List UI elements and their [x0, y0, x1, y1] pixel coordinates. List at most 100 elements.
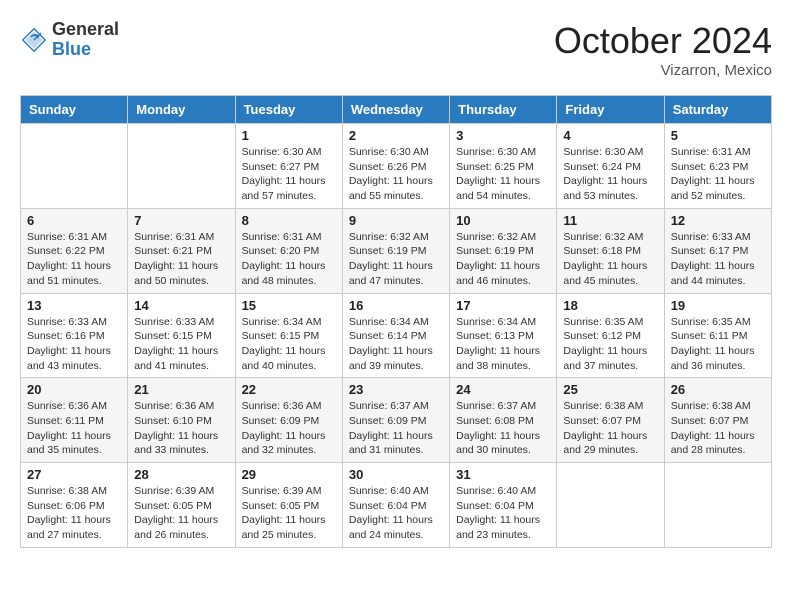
calendar-cell: 13Sunrise: 6:33 AMSunset: 6:16 PMDayligh…	[21, 293, 128, 378]
calendar-cell: 17Sunrise: 6:34 AMSunset: 6:13 PMDayligh…	[450, 293, 557, 378]
page-header: General Blue October 2024 Vizarron, Mexi…	[20, 20, 772, 79]
calendar-cell: 15 Sunrise: 6:34 AMSunset: 6:15 PMDayligh…	[235, 293, 342, 378]
day-number: 17	[456, 298, 550, 313]
day-info: Sunrise: 6:38 AMSunset: 6:07 PMDaylight:…	[563, 399, 657, 458]
calendar-cell: 26 Sunrise: 6:38 AMSunset: 6:07 PMDayligh…	[664, 378, 771, 463]
calendar-cell	[557, 463, 664, 548]
day-number: 4	[563, 128, 657, 143]
day-info: Sunrise: 6:32 AMSunset: 6:18 PMDaylight:…	[563, 230, 657, 289]
calendar-cell: 14Sunrise: 6:33 AMSunset: 6:15 PMDayligh…	[128, 293, 235, 378]
calendar-cell: 27Sunrise: 6:38 AMSunset: 6:06 PMDayligh…	[21, 463, 128, 548]
day-number: 22	[242, 382, 336, 397]
day-info: Sunrise: 6:39 AMSunset: 6:05 PMDaylight:…	[134, 484, 228, 543]
day-info: Sunrise: 6:35 AMSunset: 6:11 PMDaylight:…	[671, 315, 765, 374]
day-number: 6	[27, 213, 121, 228]
calendar-cell: 31Sunrise: 6:40 AMSunset: 6:04 PMDayligh…	[450, 463, 557, 548]
calendar-week-row: 27Sunrise: 6:38 AMSunset: 6:06 PMDayligh…	[21, 463, 772, 548]
calendar-cell: 12 Sunrise: 6:33 AMSunset: 6:17 PMDayligh…	[664, 208, 771, 293]
title-block: October 2024 Vizarron, Mexico	[554, 20, 772, 79]
calendar-cell: 10Sunrise: 6:32 AMSunset: 6:19 PMDayligh…	[450, 208, 557, 293]
logo: General Blue	[20, 20, 119, 60]
month-title: October 2024	[554, 20, 772, 62]
day-info: Sunrise: 6:38 AMSunset: 6:07 PMDaylight:…	[671, 399, 765, 458]
day-number: 21	[134, 382, 228, 397]
day-number: 19	[671, 298, 765, 313]
day-number: 28	[134, 467, 228, 482]
day-number: 8	[242, 213, 336, 228]
day-info: Sunrise: 6:34 AMSunset: 6:15 PMDaylight:…	[242, 315, 336, 374]
day-number: 11	[563, 213, 657, 228]
logo-text: General Blue	[52, 20, 119, 60]
calendar-cell	[128, 124, 235, 209]
day-info: Sunrise: 6:38 AMSunset: 6:06 PMDaylight:…	[27, 484, 121, 543]
day-number: 15	[242, 298, 336, 313]
day-info: Sunrise: 6:40 AMSunset: 6:04 PMDaylight:…	[349, 484, 443, 543]
column-header-tuesday: Tuesday	[235, 96, 342, 124]
day-info: Sunrise: 6:30 AMSunset: 6:25 PMDaylight:…	[456, 145, 550, 204]
logo-blue: Blue	[52, 40, 119, 60]
day-number: 12	[671, 213, 765, 228]
logo-icon	[20, 26, 48, 54]
day-number: 30	[349, 467, 443, 482]
calendar-cell: 6 Sunrise: 6:31 AMSunset: 6:22 PMDaylight…	[21, 208, 128, 293]
day-info: Sunrise: 6:30 AMSunset: 6:27 PMDaylight:…	[242, 145, 336, 204]
day-info: Sunrise: 6:32 AMSunset: 6:19 PMDaylight:…	[349, 230, 443, 289]
calendar-week-row: 6 Sunrise: 6:31 AMSunset: 6:22 PMDaylight…	[21, 208, 772, 293]
location-subtitle: Vizarron, Mexico	[554, 62, 772, 79]
day-number: 7	[134, 213, 228, 228]
day-number: 1	[242, 128, 336, 143]
calendar-week-row: 13Sunrise: 6:33 AMSunset: 6:16 PMDayligh…	[21, 293, 772, 378]
day-info: Sunrise: 6:31 AMSunset: 6:22 PMDaylight:…	[27, 230, 121, 289]
calendar-cell: 20Sunrise: 6:36 AMSunset: 6:11 PMDayligh…	[21, 378, 128, 463]
calendar-cell: 3 Sunrise: 6:30 AMSunset: 6:25 PMDaylight…	[450, 124, 557, 209]
calendar-cell: 9 Sunrise: 6:32 AMSunset: 6:19 PMDaylight…	[342, 208, 449, 293]
day-number: 20	[27, 382, 121, 397]
calendar-cell: 30 Sunrise: 6:40 AMSunset: 6:04 PMDayligh…	[342, 463, 449, 548]
calendar-week-row: 1 Sunrise: 6:30 AMSunset: 6:27 PMDaylight…	[21, 124, 772, 209]
day-info: Sunrise: 6:31 AMSunset: 6:21 PMDaylight:…	[134, 230, 228, 289]
calendar-cell: 28 Sunrise: 6:39 AMSunset: 6:05 PMDayligh…	[128, 463, 235, 548]
day-info: Sunrise: 6:37 AMSunset: 6:08 PMDaylight:…	[456, 399, 550, 458]
day-info: Sunrise: 6:32 AMSunset: 6:19 PMDaylight:…	[456, 230, 550, 289]
calendar-cell: 25 Sunrise: 6:38 AMSunset: 6:07 PMDayligh…	[557, 378, 664, 463]
column-header-saturday: Saturday	[664, 96, 771, 124]
day-number: 9	[349, 213, 443, 228]
day-info: Sunrise: 6:33 AMSunset: 6:17 PMDaylight:…	[671, 230, 765, 289]
day-number: 23	[349, 382, 443, 397]
calendar-cell: 5 Sunrise: 6:31 AMSunset: 6:23 PMDaylight…	[664, 124, 771, 209]
day-info: Sunrise: 6:30 AMSunset: 6:26 PMDaylight:…	[349, 145, 443, 204]
calendar-cell: 29Sunrise: 6:39 AMSunset: 6:05 PMDayligh…	[235, 463, 342, 548]
day-number: 5	[671, 128, 765, 143]
calendar-cell: 1 Sunrise: 6:30 AMSunset: 6:27 PMDaylight…	[235, 124, 342, 209]
calendar-cell: 4 Sunrise: 6:30 AMSunset: 6:24 PMDaylight…	[557, 124, 664, 209]
column-header-thursday: Thursday	[450, 96, 557, 124]
day-info: Sunrise: 6:31 AMSunset: 6:23 PMDaylight:…	[671, 145, 765, 204]
column-header-monday: Monday	[128, 96, 235, 124]
calendar-cell: 23 Sunrise: 6:37 AMSunset: 6:09 PMDayligh…	[342, 378, 449, 463]
day-number: 18	[563, 298, 657, 313]
day-info: Sunrise: 6:35 AMSunset: 6:12 PMDaylight:…	[563, 315, 657, 374]
day-number: 25	[563, 382, 657, 397]
calendar-table: SundayMondayTuesdayWednesdayThursdayFrid…	[20, 95, 772, 548]
day-info: Sunrise: 6:31 AMSunset: 6:20 PMDaylight:…	[242, 230, 336, 289]
calendar-cell	[664, 463, 771, 548]
calendar-week-row: 20Sunrise: 6:36 AMSunset: 6:11 PMDayligh…	[21, 378, 772, 463]
column-header-wednesday: Wednesday	[342, 96, 449, 124]
day-number: 2	[349, 128, 443, 143]
calendar-cell	[21, 124, 128, 209]
day-number: 14	[134, 298, 228, 313]
calendar-cell: 8 Sunrise: 6:31 AMSunset: 6:20 PMDaylight…	[235, 208, 342, 293]
calendar-cell: 2 Sunrise: 6:30 AMSunset: 6:26 PMDaylight…	[342, 124, 449, 209]
day-number: 26	[671, 382, 765, 397]
day-info: Sunrise: 6:30 AMSunset: 6:24 PMDaylight:…	[563, 145, 657, 204]
calendar-cell: 16Sunrise: 6:34 AMSunset: 6:14 PMDayligh…	[342, 293, 449, 378]
calendar-cell: 18 Sunrise: 6:35 AMSunset: 6:12 PMDayligh…	[557, 293, 664, 378]
day-number: 16	[349, 298, 443, 313]
calendar-cell: 11 Sunrise: 6:32 AMSunset: 6:18 PMDayligh…	[557, 208, 664, 293]
column-header-friday: Friday	[557, 96, 664, 124]
day-info: Sunrise: 6:36 AMSunset: 6:09 PMDaylight:…	[242, 399, 336, 458]
calendar-cell: 24 Sunrise: 6:37 AMSunset: 6:08 PMDayligh…	[450, 378, 557, 463]
day-number: 24	[456, 382, 550, 397]
day-info: Sunrise: 6:37 AMSunset: 6:09 PMDaylight:…	[349, 399, 443, 458]
day-number: 3	[456, 128, 550, 143]
